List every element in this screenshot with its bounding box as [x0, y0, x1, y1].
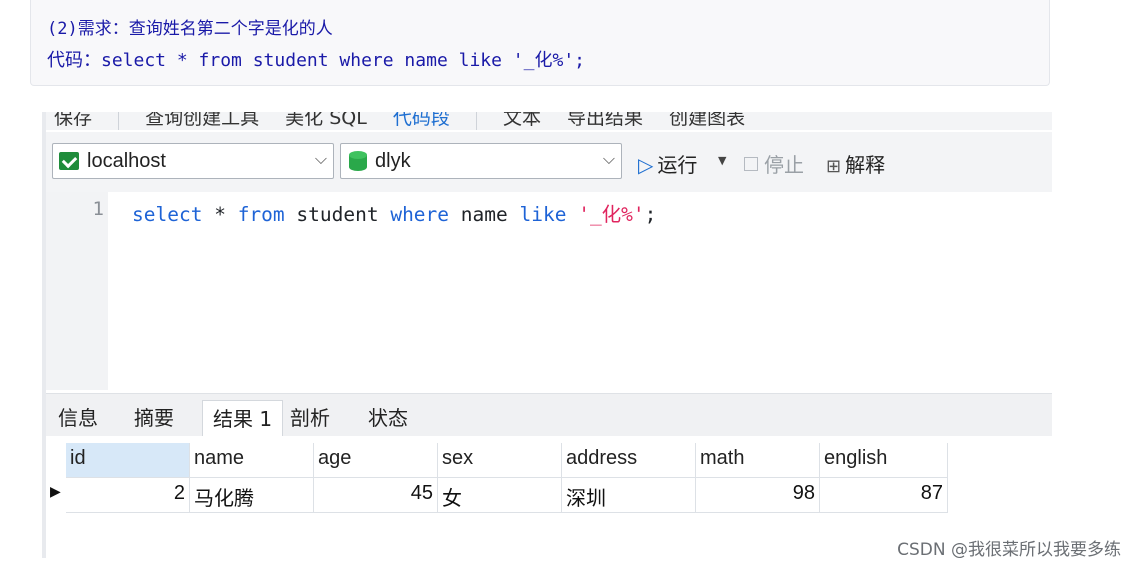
token-semicolon: ; — [644, 203, 657, 226]
text-button[interactable]: 文本 — [503, 112, 541, 129]
run-dropdown-icon[interactable]: ▼ — [718, 154, 726, 167]
line-number: 1 — [92, 198, 104, 220]
connection-select[interactable]: localhost ⌵ — [52, 143, 334, 179]
keyword-like: like — [519, 203, 567, 226]
keyword-select: select — [132, 203, 203, 226]
stop-label: 停止 — [764, 153, 804, 177]
database-value: dlyk — [375, 150, 411, 172]
create-chart-button[interactable]: 创建图表 — [669, 112, 745, 129]
tab-info[interactable]: 信息 — [48, 400, 108, 436]
sql-editor[interactable]: 1 select * from student where name like … — [46, 192, 1052, 390]
connection-icon — [59, 152, 79, 170]
query-toolbar: 保存 查询创建工具 美化 SQL 代码段 文本 导出结果 创建图表 — [46, 112, 1052, 130]
code-note-block: (2)需求：查询姓名第二个字是化的人 代码：select * from stud… — [30, 0, 1050, 86]
explain-button[interactable]: ⊞ 解释 — [826, 149, 885, 178]
chevron-down-icon[interactable]: ⌵ — [603, 149, 615, 169]
tab-result-1[interactable]: 结果 1 — [202, 400, 284, 436]
database-select[interactable]: dlyk ⌵ — [340, 143, 622, 179]
column-header-sex[interactable]: sex — [438, 443, 562, 478]
toolbar-separator — [475, 112, 477, 130]
toolbar-separator — [118, 112, 120, 130]
beautify-sql-button[interactable]: 美化 SQL — [285, 112, 367, 129]
table-cell-name[interactable]: 马化腾 — [190, 478, 314, 513]
line-gutter: 1 — [46, 192, 108, 390]
play-icon: ▷ — [638, 153, 654, 177]
note-code: 代码：select * from student where name like… — [47, 50, 585, 71]
column-header-address[interactable]: address — [562, 443, 696, 478]
string-pattern: '_化%' — [578, 203, 645, 226]
current-row-indicator-icon: ▶ — [50, 484, 61, 500]
result-tabs: 信息 摘要 结果 1 剖析 状态 — [46, 393, 1052, 436]
code-snippet-button[interactable]: 代码段 — [393, 112, 450, 129]
tab-profile[interactable]: 剖析 — [280, 400, 340, 436]
sql-code-line[interactable]: select * from student where name like '_… — [132, 198, 656, 227]
table-cell-english[interactable]: 87 — [820, 478, 948, 513]
chevron-down-icon[interactable]: ⌵ — [315, 149, 327, 169]
column-header-math[interactable]: math — [696, 443, 820, 478]
token-star: * — [202, 203, 238, 226]
column-header-id[interactable]: id — [66, 443, 190, 478]
export-results-button[interactable]: 导出结果 — [567, 112, 643, 129]
table-cell-id[interactable]: 2 — [66, 478, 190, 513]
connection-value: localhost — [87, 150, 166, 172]
keyword-where: where — [390, 203, 450, 226]
explain-label: 解释 — [845, 153, 886, 177]
keyword-from: from — [237, 203, 285, 226]
database-icon — [349, 151, 367, 173]
run-label: 运行 — [657, 153, 698, 177]
watermark: CSDN @我很菜所以我要多练 — [897, 540, 1121, 560]
table-cell-math[interactable]: 98 — [696, 478, 820, 513]
table-cell-sex[interactable]: 女 — [438, 478, 562, 513]
table-cell-age[interactable]: 45 — [314, 478, 438, 513]
stop-icon — [744, 157, 758, 171]
explain-icon: ⊞ — [826, 156, 842, 177]
table-cell-address[interactable]: 深圳 — [562, 478, 696, 513]
column-header-name[interactable]: name — [190, 443, 314, 478]
connection-bar: localhost ⌵ dlyk ⌵ ▷ 运行 ▼ 停止 ⊞ 解释 — [46, 132, 1052, 192]
column-header-age[interactable]: age — [314, 443, 438, 478]
tab-summary[interactable]: 摘要 — [124, 400, 184, 436]
token-table: student — [284, 203, 391, 226]
run-button[interactable]: ▷ 运行 — [638, 149, 697, 178]
token-column: name — [449, 203, 520, 226]
save-button[interactable]: 保存 — [54, 112, 92, 129]
stop-button[interactable]: 停止 — [744, 149, 804, 178]
tab-status[interactable]: 状态 — [358, 400, 418, 436]
query-builder-button[interactable]: 查询创建工具 — [145, 112, 259, 129]
note-requirement: (2)需求：查询姓名第二个字是化的人 — [47, 19, 333, 39]
column-header-english[interactable]: english — [820, 443, 948, 478]
